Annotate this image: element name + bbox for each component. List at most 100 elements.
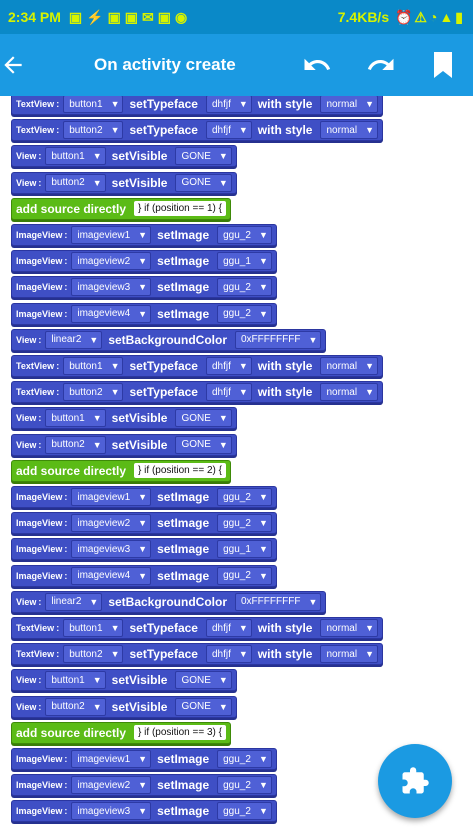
setimage-block[interactable]: ImageView : imageview2 ▼ setImage ggu_1 ▼ bbox=[11, 250, 277, 273]
image-dropdown[interactable]: ggu_2 ▼ bbox=[217, 802, 272, 821]
target-dropdown[interactable]: imageview3 ▼ bbox=[71, 802, 152, 821]
setbackgroundcolor-block[interactable]: View : linear2 ▼ setBackgroundColor 0xFFFFFF… bbox=[11, 590, 327, 613]
redo-button[interactable] bbox=[349, 50, 413, 80]
back-button[interactable] bbox=[0, 52, 70, 78]
target-dropdown[interactable]: button1 ▼ bbox=[45, 409, 106, 428]
font-dropdown[interactable]: dhfjf ▼ bbox=[205, 383, 252, 402]
setvisible-block[interactable]: View : button2 ▼ setVisible GONE ▼ bbox=[11, 433, 237, 456]
target-dropdown[interactable]: imageview1 ▼ bbox=[71, 226, 152, 244]
setimage-block[interactable]: ImageView : imageview2 ▼ setImage ggu_2 ▼ bbox=[11, 774, 277, 797]
visibility-dropdown[interactable]: GONE ▼ bbox=[175, 697, 232, 716]
style-dropdown[interactable]: normal ▼ bbox=[320, 619, 378, 637]
settypeface-block[interactable]: TextView : button1 ▼ setTypeface dhfjf ▼ with … bbox=[11, 355, 383, 377]
image-dropdown[interactable]: ggu_1 ▼ bbox=[217, 540, 272, 559]
visibility-dropdown-value: GONE bbox=[181, 177, 211, 189]
target-dropdown[interactable]: button2 ▼ bbox=[63, 645, 124, 664]
block-type-label: ImageView bbox=[16, 780, 63, 791]
settypeface-block[interactable]: TextView : button2 ▼ setTypeface dhfjf ▼ with … bbox=[11, 119, 383, 142]
dropdown-arrow-icon: ▼ bbox=[218, 413, 228, 424]
target-dropdown[interactable]: linear2 ▼ bbox=[45, 592, 103, 611]
source-code-field[interactable]: } if (position == 1) { bbox=[134, 201, 226, 217]
target-dropdown[interactable]: linear2 ▼ bbox=[45, 330, 103, 349]
font-dropdown[interactable]: dhfjf ▼ bbox=[205, 645, 252, 664]
image-dropdown[interactable]: ggu_2 ▼ bbox=[217, 488, 272, 506]
add-source-block[interactable]: add source directly} if (position == 2) … bbox=[11, 459, 231, 482]
color-dropdown[interactable]: 0xFFFFFFFF ▼ bbox=[235, 330, 322, 349]
visibility-dropdown[interactable]: GONE ▼ bbox=[175, 435, 232, 454]
font-dropdown[interactable]: dhfjf ▼ bbox=[205, 357, 252, 375]
font-dropdown[interactable]: dhfjf ▼ bbox=[205, 96, 252, 113]
setimage-block[interactable]: ImageView : imageview1 ▼ setImage ggu_2 ▼ bbox=[11, 224, 277, 246]
settypeface-block[interactable]: TextView : button2 ▼ setTypeface dhfjf ▼ with … bbox=[11, 643, 383, 666]
redo-icon bbox=[367, 58, 394, 70]
image-dropdown[interactable]: ggu_2 ▼ bbox=[217, 514, 272, 533]
settypeface-block[interactable]: TextView : button2 ▼ setTypeface dhfjf ▼ with … bbox=[11, 381, 383, 404]
target-dropdown[interactable]: imageview2 ▼ bbox=[71, 514, 152, 533]
colon: : bbox=[64, 570, 68, 581]
style-dropdown[interactable]: normal ▼ bbox=[320, 357, 378, 375]
image-dropdown[interactable]: ggu_2 ▼ bbox=[217, 278, 272, 297]
target-dropdown[interactable]: imageview4 ▼ bbox=[71, 304, 152, 323]
add-source-block[interactable]: add source directly} if (position == 3) … bbox=[11, 721, 231, 744]
target-dropdown[interactable]: button2 ▼ bbox=[45, 435, 106, 454]
image-dropdown[interactable]: ggu_2 ▼ bbox=[217, 226, 272, 244]
setimage-block[interactable]: ImageView : imageview1 ▼ setImage ggu_2 ▼ bbox=[11, 486, 277, 508]
setbackgroundcolor-block[interactable]: View : linear2 ▼ setBackgroundColor 0xFFFFFF… bbox=[11, 328, 327, 351]
setvisible-block[interactable]: View : button1 ▼ setVisible GONE ▼ bbox=[11, 145, 237, 168]
setimage-block[interactable]: ImageView : imageview4 ▼ setImage ggu_2 ▼ bbox=[11, 302, 277, 325]
target-dropdown[interactable]: button1 ▼ bbox=[63, 619, 124, 637]
setvisible-block[interactable]: View : button1 ▼ setVisible GONE ▼ bbox=[11, 669, 237, 692]
setvisible-block[interactable]: View : button2 ▼ setVisible GONE ▼ bbox=[11, 695, 237, 718]
image-dropdown[interactable]: ggu_1 ▼ bbox=[217, 252, 272, 271]
target-dropdown[interactable]: button1 ▼ bbox=[45, 671, 106, 690]
font-dropdown[interactable]: dhfjf ▼ bbox=[205, 619, 252, 637]
style-dropdown[interactable]: normal ▼ bbox=[320, 383, 378, 402]
setimage-block[interactable]: ImageView : imageview2 ▼ setImage ggu_2 ▼ bbox=[11, 512, 277, 535]
target-dropdown[interactable]: button2 ▼ bbox=[45, 697, 106, 716]
source-code-field[interactable]: } if (position == 2) { bbox=[134, 463, 226, 479]
setimage-block[interactable]: ImageView : imageview4 ▼ setImage ggu_2 ▼ bbox=[11, 564, 277, 587]
target-dropdown[interactable]: imageview4 ▼ bbox=[71, 566, 152, 585]
block-canvas[interactable]: TextView : button1 ▼ setTypeface dhfjf ▼ with … bbox=[0, 96, 473, 840]
image-dropdown[interactable]: ggu_2 ▼ bbox=[217, 304, 272, 323]
target-dropdown[interactable]: imageview2 ▼ bbox=[71, 776, 152, 795]
target-dropdown[interactable]: button2 ▼ bbox=[45, 173, 106, 192]
style-dropdown[interactable]: normal ▼ bbox=[320, 645, 378, 664]
setimage-block[interactable]: ImageView : imageview3 ▼ setImage ggu_1 ▼ bbox=[11, 538, 277, 561]
bookmark-button[interactable] bbox=[413, 51, 473, 79]
undo-button[interactable] bbox=[285, 50, 349, 80]
settypeface-block[interactable]: TextView : button1 ▼ setTypeface dhfjf ▼ with … bbox=[11, 96, 383, 115]
target-dropdown[interactable]: imageview1 ▼ bbox=[71, 750, 152, 768]
target-dropdown[interactable]: imageview3 ▼ bbox=[71, 278, 152, 297]
settypeface-block[interactable]: TextView : button1 ▼ setTypeface dhfjf ▼ with … bbox=[11, 617, 383, 639]
target-dropdown[interactable]: imageview3 ▼ bbox=[71, 540, 152, 559]
target-dropdown[interactable]: button2 ▼ bbox=[63, 383, 124, 402]
visibility-dropdown[interactable]: GONE ▼ bbox=[175, 409, 232, 428]
visibility-dropdown[interactable]: GONE ▼ bbox=[175, 671, 232, 690]
setvisible-block[interactable]: View : button1 ▼ setVisible GONE ▼ bbox=[11, 407, 237, 430]
target-dropdown[interactable]: button1 ▼ bbox=[63, 357, 124, 375]
setvisible-block[interactable]: View : button2 ▼ setVisible GONE ▼ bbox=[11, 171, 237, 194]
color-dropdown[interactable]: 0xFFFFFFFF ▼ bbox=[235, 592, 322, 611]
target-dropdown[interactable]: button2 ▼ bbox=[63, 121, 124, 140]
add-block-button[interactable] bbox=[378, 744, 452, 818]
image-dropdown[interactable]: ggu_2 ▼ bbox=[217, 776, 272, 795]
image-dropdown[interactable]: ggu_2 ▼ bbox=[217, 750, 272, 768]
target-dropdown[interactable]: imageview2 ▼ bbox=[71, 252, 152, 271]
image-dropdown[interactable]: ggu_2 ▼ bbox=[217, 566, 272, 585]
target-dropdown[interactable]: button1 ▼ bbox=[45, 147, 106, 166]
add-source-block[interactable]: add source directly} if (position == 1) … bbox=[11, 197, 231, 220]
target-dropdown[interactable]: button1 ▼ bbox=[63, 96, 124, 113]
font-dropdown[interactable]: dhfjf ▼ bbox=[205, 121, 252, 140]
visibility-dropdown[interactable]: GONE ▼ bbox=[175, 147, 232, 166]
style-dropdown[interactable]: normal ▼ bbox=[320, 96, 378, 113]
setimage-block[interactable]: ImageView : imageview1 ▼ setImage ggu_2 ▼ bbox=[11, 748, 277, 770]
target-dropdown[interactable]: imageview1 ▼ bbox=[71, 488, 152, 506]
dropdown-arrow-icon: ▼ bbox=[138, 754, 148, 764]
style-dropdown[interactable]: normal ▼ bbox=[320, 121, 378, 140]
setimage-block[interactable]: ImageView : imageview3 ▼ setImage ggu_2 ▼ bbox=[11, 800, 277, 823]
source-code-field[interactable]: } if (position == 3) { bbox=[134, 725, 226, 741]
visibility-dropdown[interactable]: GONE ▼ bbox=[175, 173, 232, 192]
dropdown-arrow-icon: ▼ bbox=[308, 596, 318, 607]
setimage-block[interactable]: ImageView : imageview3 ▼ setImage ggu_2 ▼ bbox=[11, 276, 277, 299]
